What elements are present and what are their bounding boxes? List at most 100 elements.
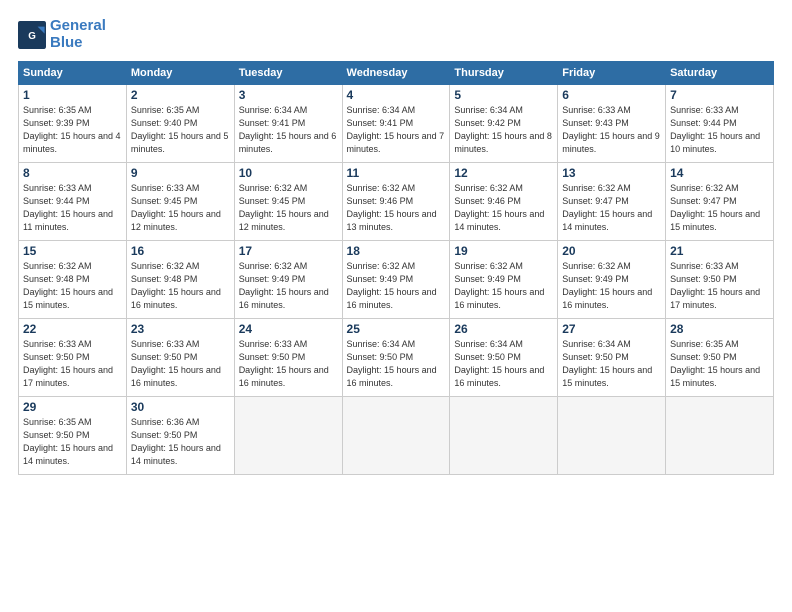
day-number: 19	[454, 244, 553, 258]
calendar-cell: 19 Sunrise: 6:32 AMSunset: 9:49 PMDayligh…	[450, 241, 558, 319]
calendar-week-row-2: 8 Sunrise: 6:33 AMSunset: 9:44 PMDaylight…	[19, 163, 774, 241]
day-number: 13	[562, 166, 661, 180]
logo: G GeneralBlue	[18, 18, 106, 51]
calendar-header-row: SundayMondayTuesdayWednesdayThursdayFrid…	[19, 62, 774, 85]
day-number: 14	[670, 166, 769, 180]
calendar-cell	[234, 397, 342, 475]
day-info: Sunrise: 6:33 AMSunset: 9:50 PMDaylight:…	[23, 338, 122, 390]
calendar-cell: 9 Sunrise: 6:33 AMSunset: 9:45 PMDaylight…	[126, 163, 234, 241]
calendar-cell	[666, 397, 774, 475]
day-info: Sunrise: 6:32 AMSunset: 9:48 PMDaylight:…	[131, 260, 230, 312]
day-number: 18	[347, 244, 446, 258]
day-number: 3	[239, 88, 338, 102]
calendar-cell: 25 Sunrise: 6:34 AMSunset: 9:50 PMDayligh…	[342, 319, 450, 397]
day-number: 28	[670, 322, 769, 336]
day-info: Sunrise: 6:32 AMSunset: 9:45 PMDaylight:…	[239, 182, 338, 234]
calendar-cell: 7 Sunrise: 6:33 AMSunset: 9:44 PMDaylight…	[666, 85, 774, 163]
day-info: Sunrise: 6:32 AMSunset: 9:46 PMDaylight:…	[347, 182, 446, 234]
calendar-cell	[558, 397, 666, 475]
day-header-friday: Friday	[558, 62, 666, 85]
day-info: Sunrise: 6:33 AMSunset: 9:45 PMDaylight:…	[131, 182, 230, 234]
calendar-cell: 4Sunrise: 6:34 AMSunset: 9:41 PMDaylight…	[342, 85, 450, 163]
day-info: Sunrise: 6:33 AMSunset: 9:50 PMDaylight:…	[670, 260, 769, 312]
day-info: Sunrise: 6:33 AMSunset: 9:44 PMDaylight:…	[23, 182, 122, 234]
calendar-cell: 2Sunrise: 6:35 AMSunset: 9:40 PMDaylight…	[126, 85, 234, 163]
calendar-cell: 28 Sunrise: 6:35 AMSunset: 9:50 PMDayligh…	[666, 319, 774, 397]
day-number: 25	[347, 322, 446, 336]
day-info: Sunrise: 6:32 AMSunset: 9:49 PMDaylight:…	[347, 260, 446, 312]
calendar-cell: 23 Sunrise: 6:33 AMSunset: 9:50 PMDayligh…	[126, 319, 234, 397]
calendar-cell: 30Sunrise: 6:36 AMSunset: 9:50 PMDayligh…	[126, 397, 234, 475]
calendar-cell: 11 Sunrise: 6:32 AMSunset: 9:46 PMDayligh…	[342, 163, 450, 241]
calendar-cell: 6 Sunrise: 6:33 AMSunset: 9:43 PMDaylight…	[558, 85, 666, 163]
calendar-cell: 5 Sunrise: 6:34 AMSunset: 9:42 PMDaylight…	[450, 85, 558, 163]
calendar-cell: 21Sunrise: 6:33 AMSunset: 9:50 PMDayligh…	[666, 241, 774, 319]
day-number: 10	[239, 166, 338, 180]
calendar-cell: 15 Sunrise: 6:32 AMSunset: 9:48 PMDayligh…	[19, 241, 127, 319]
day-header-tuesday: Tuesday	[234, 62, 342, 85]
day-number: 24	[239, 322, 338, 336]
day-number: 23	[131, 322, 230, 336]
calendar-cell: 26 Sunrise: 6:34 AMSunset: 9:50 PMDayligh…	[450, 319, 558, 397]
day-info: Sunrise: 6:33 AMSunset: 9:44 PMDaylight:…	[670, 104, 769, 156]
calendar-cell: 17Sunrise: 6:32 AMSunset: 9:49 PMDayligh…	[234, 241, 342, 319]
calendar-week-row-3: 15 Sunrise: 6:32 AMSunset: 9:48 PMDayligh…	[19, 241, 774, 319]
day-info: Sunrise: 6:35 AMSunset: 9:39 PMDaylight:…	[23, 104, 122, 156]
calendar-cell: 3 Sunrise: 6:34 AMSunset: 9:41 PMDaylight…	[234, 85, 342, 163]
day-header-thursday: Thursday	[450, 62, 558, 85]
day-number: 26	[454, 322, 553, 336]
calendar-week-row-4: 22 Sunrise: 6:33 AMSunset: 9:50 PMDayligh…	[19, 319, 774, 397]
day-number: 22	[23, 322, 122, 336]
day-number: 11	[347, 166, 446, 180]
svg-text:G: G	[28, 31, 36, 42]
day-info: Sunrise: 6:32 AMSunset: 9:48 PMDaylight:…	[23, 260, 122, 312]
calendar-cell: 8 Sunrise: 6:33 AMSunset: 9:44 PMDaylight…	[19, 163, 127, 241]
day-info: Sunrise: 6:33 AMSunset: 9:43 PMDaylight:…	[562, 104, 661, 156]
day-info: Sunrise: 6:35 AMSunset: 9:40 PMDaylight:…	[131, 104, 230, 156]
calendar-cell: 16 Sunrise: 6:32 AMSunset: 9:48 PMDayligh…	[126, 241, 234, 319]
day-number: 7	[670, 88, 769, 102]
day-number: 9	[131, 166, 230, 180]
day-number: 6	[562, 88, 661, 102]
day-info: Sunrise: 6:34 AMSunset: 9:50 PMDaylight:…	[347, 338, 446, 390]
day-info: Sunrise: 6:35 AMSunset: 9:50 PMDaylight:…	[23, 416, 122, 468]
calendar-cell: 27 Sunrise: 6:34 AMSunset: 9:50 PMDayligh…	[558, 319, 666, 397]
day-info: Sunrise: 6:34 AMSunset: 9:50 PMDaylight:…	[454, 338, 553, 390]
calendar-cell: 14Sunrise: 6:32 AMSunset: 9:47 PMDayligh…	[666, 163, 774, 241]
calendar-cell	[450, 397, 558, 475]
logo-text: GeneralBlue	[50, 18, 106, 51]
calendar-cell: 20Sunrise: 6:32 AMSunset: 9:49 PMDayligh…	[558, 241, 666, 319]
page-header: G GeneralBlue	[18, 18, 774, 51]
day-number: 5	[454, 88, 553, 102]
day-header-saturday: Saturday	[666, 62, 774, 85]
day-info: Sunrise: 6:35 AMSunset: 9:50 PMDaylight:…	[670, 338, 769, 390]
day-info: Sunrise: 6:34 AMSunset: 9:41 PMDaylight:…	[239, 104, 338, 156]
calendar-cell: 22 Sunrise: 6:33 AMSunset: 9:50 PMDayligh…	[19, 319, 127, 397]
day-info: Sunrise: 6:32 AMSunset: 9:49 PMDaylight:…	[562, 260, 661, 312]
calendar-cell: 13Sunrise: 6:32 AMSunset: 9:47 PMDayligh…	[558, 163, 666, 241]
day-info: Sunrise: 6:34 AMSunset: 9:50 PMDaylight:…	[562, 338, 661, 390]
day-header-sunday: Sunday	[19, 62, 127, 85]
day-number: 27	[562, 322, 661, 336]
calendar-cell: 24Sunrise: 6:33 AMSunset: 9:50 PMDayligh…	[234, 319, 342, 397]
day-number: 4	[347, 88, 446, 102]
day-info: Sunrise: 6:32 AMSunset: 9:49 PMDaylight:…	[454, 260, 553, 312]
day-header-monday: Monday	[126, 62, 234, 85]
calendar-cell: 29 Sunrise: 6:35 AMSunset: 9:50 PMDayligh…	[19, 397, 127, 475]
day-number: 1	[23, 88, 122, 102]
calendar-week-row-1: 1 Sunrise: 6:35 AMSunset: 9:39 PMDaylight…	[19, 85, 774, 163]
day-info: Sunrise: 6:34 AMSunset: 9:42 PMDaylight:…	[454, 104, 553, 156]
day-number: 16	[131, 244, 230, 258]
day-number: 15	[23, 244, 122, 258]
day-header-wednesday: Wednesday	[342, 62, 450, 85]
calendar-cell: 12Sunrise: 6:32 AMSunset: 9:46 PMDayligh…	[450, 163, 558, 241]
day-number: 8	[23, 166, 122, 180]
day-number: 30	[131, 400, 230, 414]
calendar-cell: 10 Sunrise: 6:32 AMSunset: 9:45 PMDayligh…	[234, 163, 342, 241]
day-info: Sunrise: 6:33 AMSunset: 9:50 PMDaylight:…	[131, 338, 230, 390]
calendar-table: SundayMondayTuesdayWednesdayThursdayFrid…	[18, 61, 774, 475]
calendar-week-row-5: 29 Sunrise: 6:35 AMSunset: 9:50 PMDayligh…	[19, 397, 774, 475]
day-info: Sunrise: 6:32 AMSunset: 9:46 PMDaylight:…	[454, 182, 553, 234]
day-number: 29	[23, 400, 122, 414]
calendar-cell: 18 Sunrise: 6:32 AMSunset: 9:49 PMDayligh…	[342, 241, 450, 319]
